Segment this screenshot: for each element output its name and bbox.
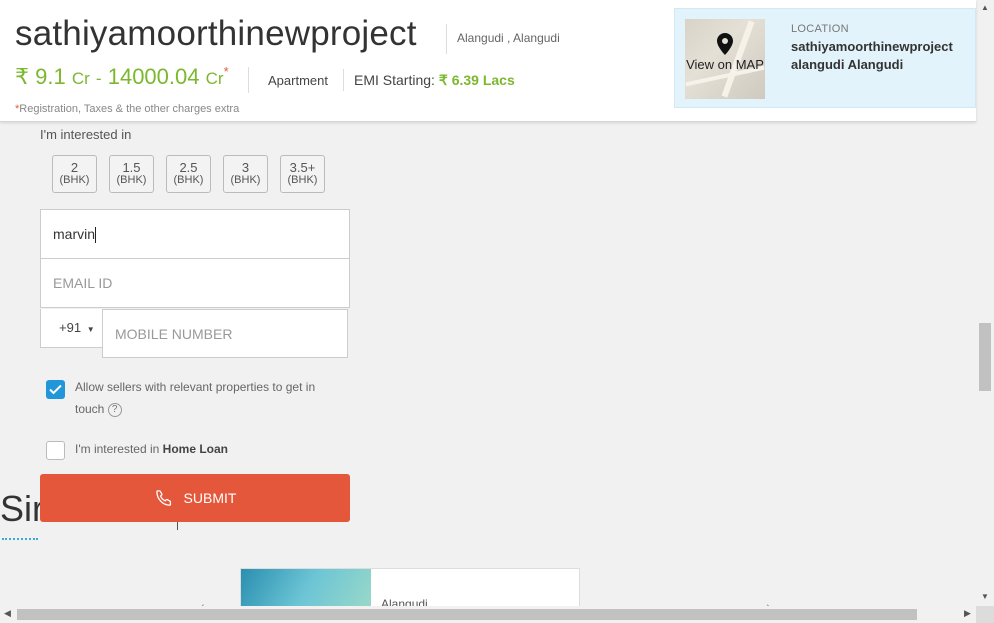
email-placeholder: EMAIL ID	[53, 275, 113, 291]
country-code-value: +91	[59, 320, 82, 335]
home-loan-bold: Home Loan	[162, 442, 229, 456]
bhk-option-3-5-plus[interactable]: 3.5+ (BHK)	[280, 155, 325, 193]
price-range: ₹ 9.1 Cr - 14000.04 Cr*	[15, 64, 229, 90]
bhk-value: 3.5+	[289, 160, 316, 175]
text-caret	[95, 227, 97, 244]
allow-sellers-label: Allow sellers with relevant properties t…	[75, 376, 340, 420]
scroll-down-icon[interactable]: ▼	[981, 592, 989, 601]
charges-note: *Registration, Taxes & the other charges…	[15, 103, 239, 115]
scrollbar-corner	[976, 606, 994, 623]
price-max: 14000.04	[107, 64, 200, 89]
price-min-unit: Cr	[71, 69, 90, 88]
project-title: sathiyamoorthinewproject	[15, 14, 417, 53]
vertical-scroll-thumb[interactable]	[979, 323, 991, 391]
location-line-1: sathiyamoorthinewproject	[791, 39, 953, 54]
price-max-unit: Cr	[205, 69, 224, 88]
interest-label: I'm interested in	[40, 127, 132, 142]
name-input[interactable]: marvin	[40, 209, 350, 259]
scroll-left-icon[interactable]: ◀	[4, 608, 11, 619]
bhk-option-2[interactable]: 2 (BHK)	[52, 155, 97, 193]
home-loan-label: I'm interested in Home Loan	[75, 438, 228, 460]
bhk-option-2-5[interactable]: 2.5 (BHK)	[166, 155, 211, 193]
bhk-value: 2	[70, 160, 79, 175]
view-on-map-label: View on MAP	[686, 57, 764, 72]
location-line-2: alangudi Alangudi	[791, 57, 904, 72]
horizontal-scrollbar[interactable]: ◀ ▶	[0, 606, 976, 623]
bhk-option-3[interactable]: 3 (BHK)	[223, 155, 268, 193]
bhk-value: 1.5	[122, 160, 141, 175]
home-loan-checkbox[interactable]	[46, 441, 65, 460]
project-meta: Apartment EMI Starting: ₹ 6.39 Lacs	[248, 67, 515, 93]
currency-symbol: ₹	[15, 64, 29, 89]
caret-down-icon: ▼	[86, 325, 95, 334]
help-icon[interactable]: ?	[107, 402, 122, 417]
vertical-scrollbar[interactable]: ▲ ▼	[976, 0, 994, 606]
property-type: Apartment	[268, 72, 328, 88]
note-text: Registration, Taxes & the other charges …	[19, 103, 240, 115]
bhk-option-1-5[interactable]: 1.5 (BHK)	[109, 155, 154, 193]
emi-label: EMI Starting:	[353, 72, 435, 88]
project-header: sathiyamoorthinewproject Alangudi , Alan…	[0, 0, 976, 122]
bhk-unit: (BHK)	[287, 174, 318, 186]
scroll-up-icon[interactable]: ▲	[981, 3, 989, 12]
title-underline	[2, 538, 38, 540]
location-card: View on MAP LOCATION sathiyamoorthinewpr…	[674, 8, 976, 108]
emi-value: ₹ 6.39 Lacs	[438, 71, 515, 88]
bhk-unit: (BHK)	[116, 174, 147, 186]
allow-sellers-checkbox[interactable]	[46, 380, 65, 399]
phone-icon	[155, 490, 171, 506]
name-value: marvin	[53, 226, 96, 242]
horizontal-scroll-thumb[interactable]	[17, 609, 917, 620]
location-label: LOCATION	[791, 23, 849, 35]
bhk-unit: (BHK)	[230, 174, 261, 186]
checkmark-icon	[49, 384, 62, 395]
map-pin-icon	[717, 33, 733, 55]
mobile-placeholder: MOBILE NUMBER	[115, 326, 233, 342]
home-loan-prefix: I'm interested in	[75, 442, 163, 456]
price-asterisk: *	[223, 64, 229, 79]
project-location: Alangudi , Alangudi	[446, 24, 560, 54]
country-code-select[interactable]: +91 ▼	[40, 309, 103, 348]
view-on-map-button[interactable]: View on MAP	[685, 19, 765, 99]
email-input[interactable]: EMAIL ID	[40, 258, 350, 308]
submit-label: SUBMIT	[183, 490, 237, 506]
mobile-input[interactable]: MOBILE NUMBER	[102, 309, 348, 358]
bhk-value: 3	[241, 160, 250, 175]
price-dash: -	[95, 69, 102, 88]
bhk-value: 2.5	[179, 160, 198, 175]
submit-button[interactable]: SUBMIT	[40, 474, 350, 522]
bhk-unit: (BHK)	[173, 174, 204, 186]
price-min: 9.1	[35, 64, 66, 89]
similar-projects-title: Sir	[0, 488, 44, 529]
meta-divider	[342, 69, 344, 91]
bhk-unit: (BHK)	[59, 174, 90, 186]
scroll-right-icon[interactable]: ▶	[964, 608, 971, 619]
